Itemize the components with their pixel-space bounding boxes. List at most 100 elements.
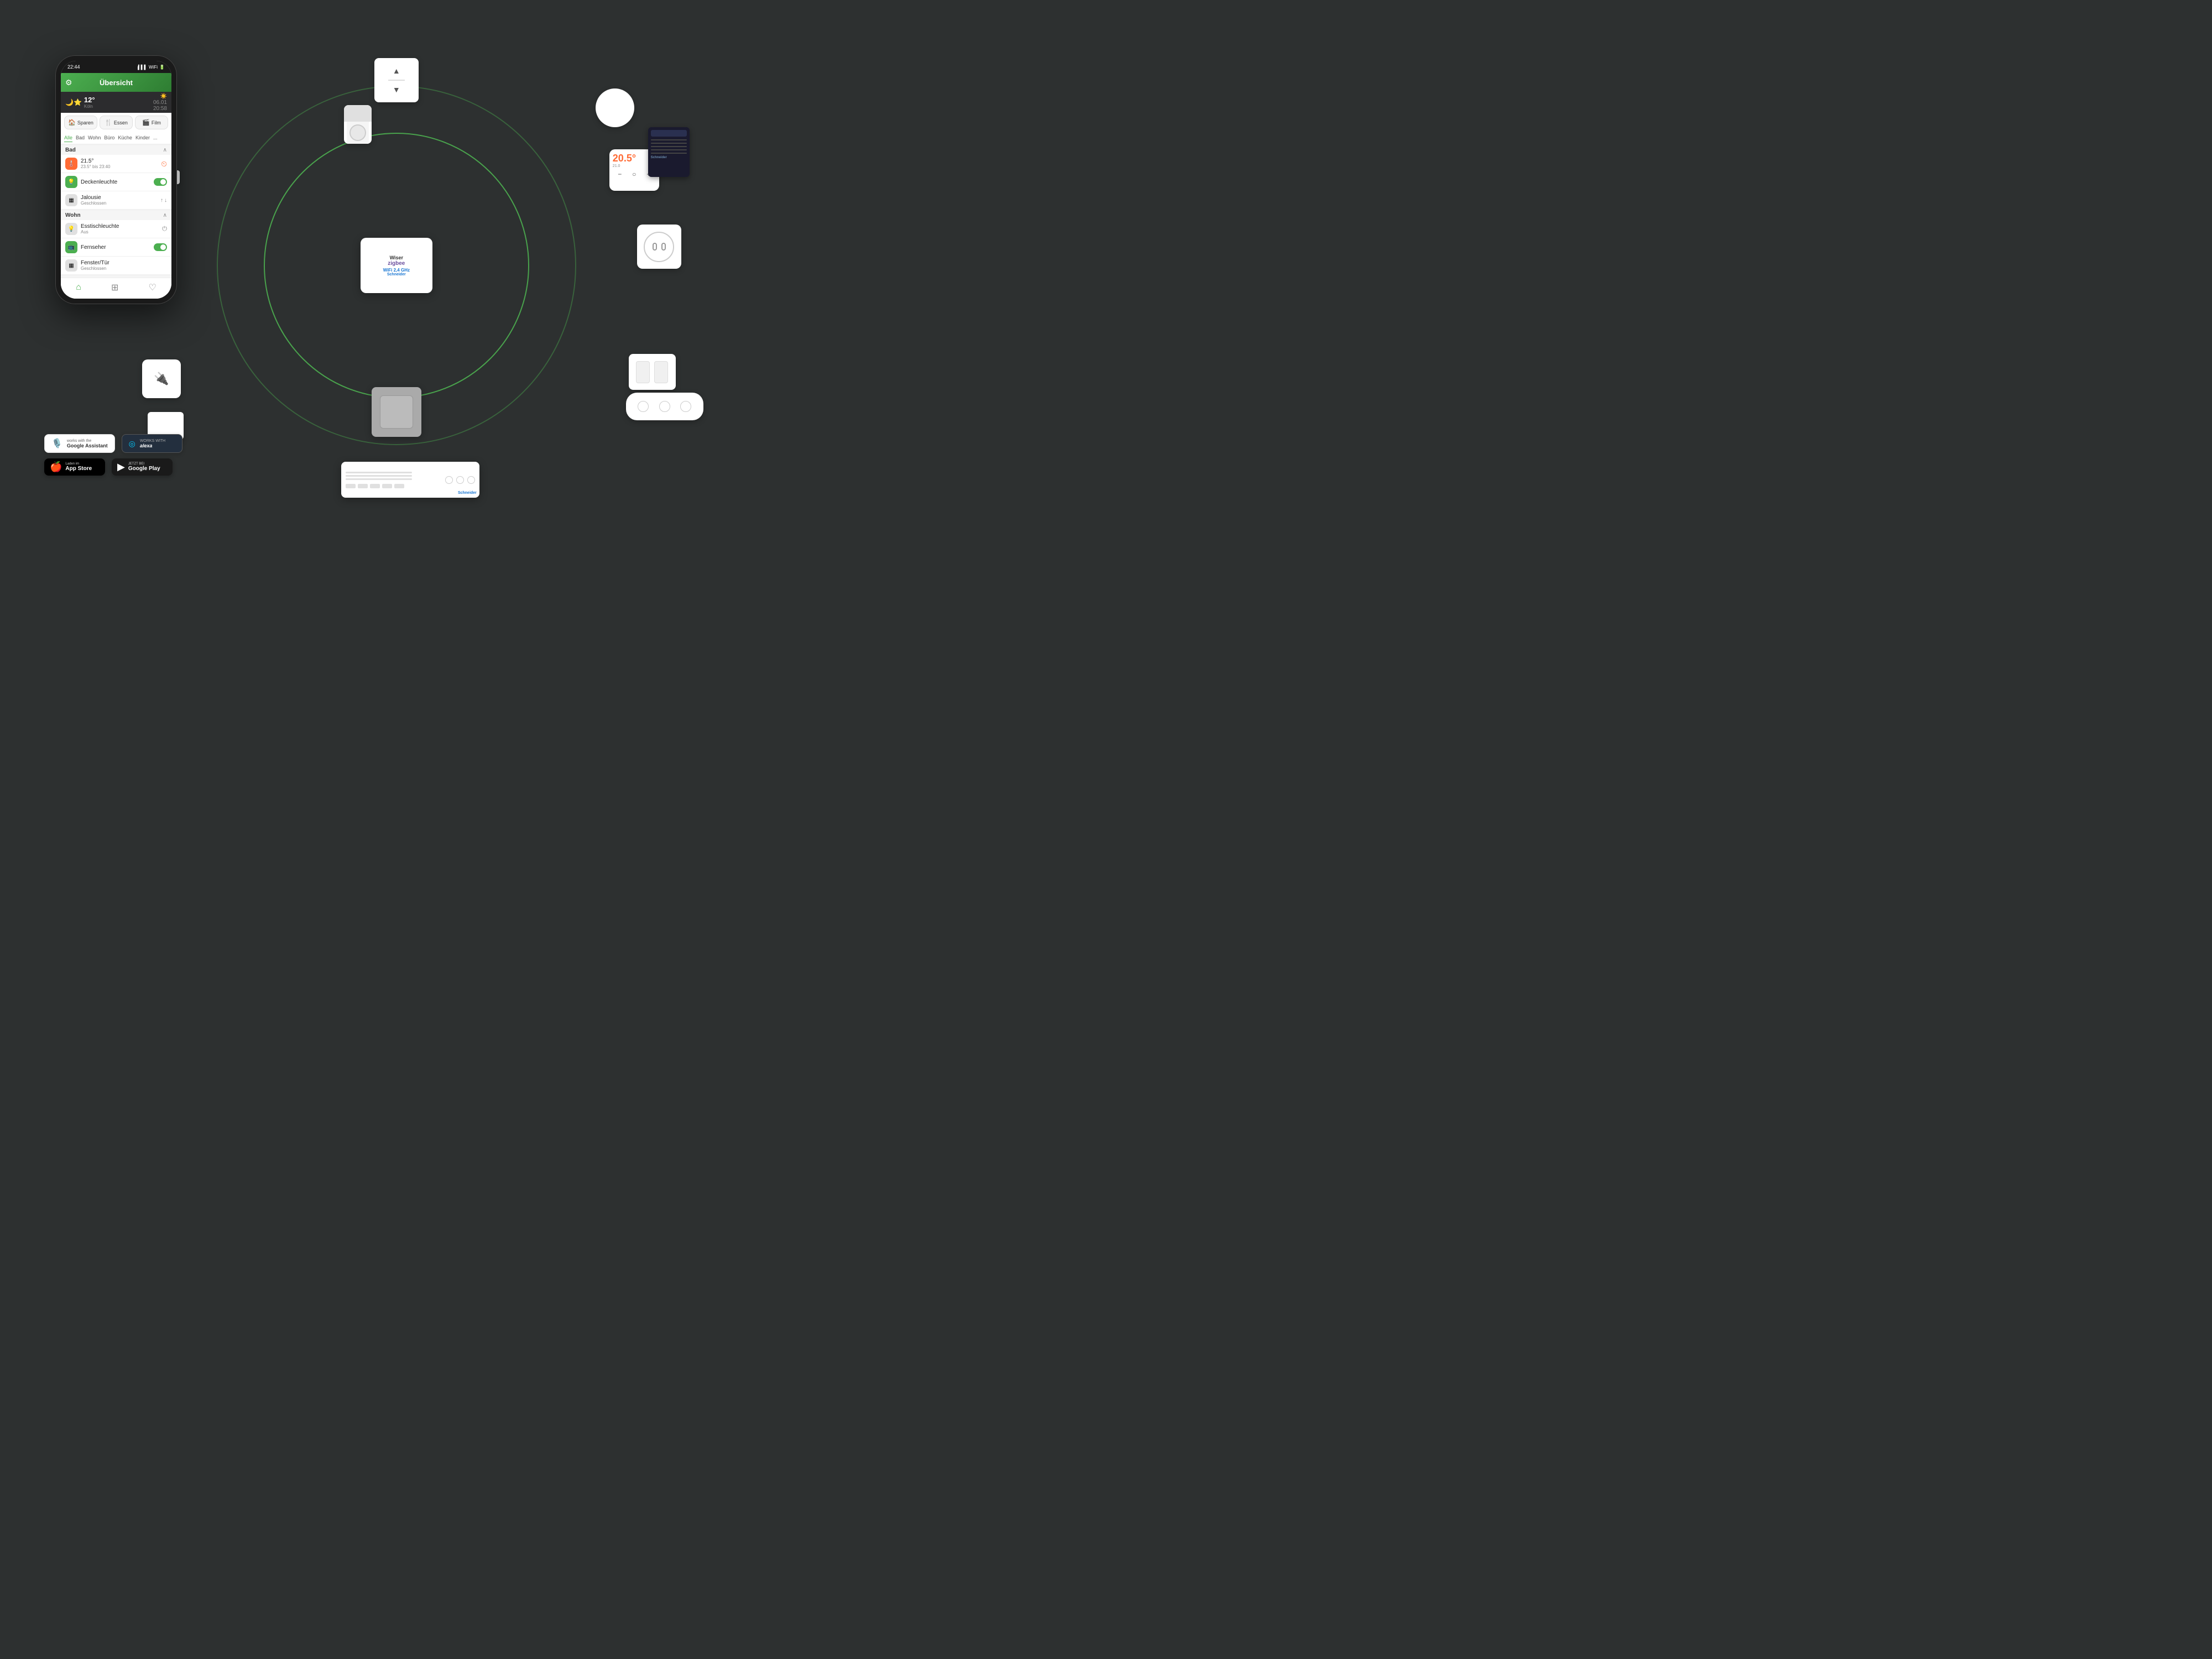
room-bad-header: Bad ∧ <box>61 145 171 155</box>
tab-alle[interactable]: Alle <box>64 134 72 142</box>
app-header-title: Übersicht <box>100 79 133 87</box>
tab-kinder[interactable]: Kinder <box>135 134 150 142</box>
socket-pin-right <box>661 243 666 251</box>
alexa-icon: ◎ <box>129 439 135 448</box>
google-play-badge[interactable]: ▶ JETZT BEI Google Play <box>112 458 173 476</box>
status-time: 22:44 <box>67 64 80 70</box>
room-bad: Bad ∧ 🌡️ 21.5° 23.5° bis 23:40 <box>61 145 171 210</box>
qa-btn-essen[interactable]: 🍴 Essen <box>100 116 133 129</box>
jalousie-up-icon[interactable]: ↑ <box>160 197 163 204</box>
device-row-fenster: ▦ Fenster/Tür Geschlossen <box>61 257 171 275</box>
weather-temp: 12° <box>84 96 95 104</box>
quick-actions: 🏠 Sparen 🍴 Essen 🎬 Film <box>61 113 171 132</box>
jalousie-status: Geschlossen <box>81 201 106 206</box>
app-store-text-wrap: Laden im App Store <box>65 462 92 472</box>
deckenleuchte-info: Deckenleuchte <box>81 179 117 185</box>
hub-protocols: zigbee WiFi 2,4 GHz <box>383 260 410 273</box>
switch-btn-right[interactable] <box>654 361 668 383</box>
esstisch-power-icon[interactable]: ⏻ <box>162 226 167 233</box>
google-assistant-text-wrap: works with the Google Assistant <box>67 439 108 448</box>
hub-wiser-label: Wiser <box>390 255 403 260</box>
esstisch-info: Esstischleuchte Aus <box>81 223 119 234</box>
jalousie-down-icon[interactable]: ↓ <box>164 197 167 204</box>
double-btn-device <box>629 354 676 390</box>
room-tabs: Alle Bad Wohn Büro Küche Kinder ... <box>61 132 171 144</box>
sparen-icon: 🏠 <box>68 119 76 126</box>
google-assistant-main: Google Assistant <box>67 443 108 448</box>
google-play-main: Google Play <box>128 466 160 472</box>
tab-kueche[interactable]: Küche <box>118 134 132 142</box>
device-row-esstisch: 💡 Esstischleuchte Aus ⏻ <box>61 220 171 238</box>
tab-more[interactable]: ... <box>153 134 158 142</box>
fernseher-row-left: 📺 Fernseher <box>65 241 106 253</box>
alexa-main: alexa <box>140 443 165 448</box>
long-controller: Schneider <box>341 462 479 498</box>
esstisch-row-left: 💡 Esstischleuchte Aus <box>65 223 119 235</box>
nav-heart-icon[interactable]: ♡ <box>149 282 156 293</box>
weather-left: 🌙⭐ 12° Köln <box>65 96 95 109</box>
ctrl-circle-3 <box>467 476 475 484</box>
alexa-badge[interactable]: ◎ WORKS WITH alexa <box>122 434 182 453</box>
esstisch-name: Esstischleuchte <box>81 223 119 229</box>
alexa-text-wrap: WORKS WITH alexa <box>140 439 165 448</box>
tab-buero[interactable]: Büro <box>104 134 114 142</box>
nav-home-icon[interactable]: ⌂ <box>76 283 81 293</box>
fenster-name: Fenster/Tür <box>81 260 109 266</box>
thermostat-row-status: 23.5° bis 23:40 <box>81 164 110 169</box>
badges-row-1: 🎙️ works with the Google Assistant ◎ WOR… <box>44 434 182 453</box>
switch-panel-device: ▲ ▼ <box>374 58 419 102</box>
tab-bad[interactable]: Bad <box>76 134 85 142</box>
double-btn-switch <box>629 354 676 390</box>
qa-btn-sparen[interactable]: 🏠 Sparen <box>64 116 97 129</box>
gear-icon[interactable]: ⚙ <box>65 78 72 87</box>
room-wohn-name: Wohn <box>65 212 81 218</box>
thermostat-timer-icon[interactable]: ⏲ <box>161 159 167 169</box>
weather-city: Köln <box>84 104 95 109</box>
ctrl-circle-2 <box>456 476 464 484</box>
signal-icon: ▌▌▌ <box>138 65 147 70</box>
remote-btn-1[interactable] <box>638 401 649 412</box>
fernseher-icon: 📺 <box>68 244 75 251</box>
qa-btn-film[interactable]: 🎬 Film <box>135 116 168 129</box>
esstisch-icon: 💡 <box>68 226 75 232</box>
dark-module: Schneider <box>648 127 690 177</box>
gray-switch-device <box>372 387 421 437</box>
deckenleuchte-toggle[interactable] <box>154 178 167 186</box>
fernseher-toggle[interactable] <box>154 243 167 251</box>
badges-row-2: 🍎 Laden im App Store ▶ JETZT BEI Google … <box>44 458 182 476</box>
google-assistant-badge[interactable]: 🎙️ works with the Google Assistant <box>44 434 115 453</box>
remote-btn-2[interactable] <box>659 401 670 412</box>
fernseher-info: Fernseher <box>81 244 106 251</box>
remote-btn-3[interactable] <box>680 401 691 412</box>
jalousie-name: Jalousie <box>81 195 106 201</box>
thermo-circle-icon: ○ <box>632 170 636 178</box>
tab-wohn[interactable]: Wohn <box>88 134 101 142</box>
apple-icon: 🍎 <box>50 461 62 473</box>
room-wohn-toggle[interactable]: ∧ <box>163 212 167 218</box>
long-controller-device: Schneider <box>341 462 479 498</box>
deckenleuchte-badge: 💡 <box>65 176 77 188</box>
smart-hub: Wiser zigbee WiFi 2,4 GHz Schneider <box>361 238 432 293</box>
app-store-badge[interactable]: 🍎 Laden im App Store <box>44 458 105 476</box>
jalousie-controls: ↑ ↓ <box>160 197 167 204</box>
nav-grid-icon[interactable]: ⊞ <box>111 282 118 293</box>
fernseher-name: Fernseher <box>81 244 106 251</box>
switch-btn-left[interactable] <box>636 361 650 383</box>
arrow-down-icon: ▼ <box>393 85 400 94</box>
thermostat-row-name: 21.5° <box>81 158 110 164</box>
room-bad-toggle[interactable]: ∧ <box>163 147 167 153</box>
battery-icon: 🔋 <box>159 65 165 70</box>
valve-body <box>347 122 369 144</box>
google-assistant-small: works with the <box>67 439 108 443</box>
dark-module-device: Schneider <box>648 127 690 177</box>
weather-time: 06.0120:58 <box>153 100 167 112</box>
device-row-thermostat: 🌡️ 21.5° 23.5° bis 23:40 ⏲ <box>61 155 171 173</box>
status-icons: ▌▌▌ WiFi 🔋 <box>138 65 165 70</box>
thermo-minus-icon[interactable]: − <box>618 170 622 178</box>
gray-switch-btn[interactable] <box>380 395 413 429</box>
film-icon: 🎬 <box>142 119 150 126</box>
qa-label-film: Film <box>152 120 161 126</box>
arrow-up-icon: ▲ <box>393 66 400 75</box>
phone-wrapper: 22:44 ▌▌▌ WiFi 🔋 ⚙ Übersicht 🌙⭐ <box>55 55 177 304</box>
fernseher-badge: 📺 <box>65 241 77 253</box>
